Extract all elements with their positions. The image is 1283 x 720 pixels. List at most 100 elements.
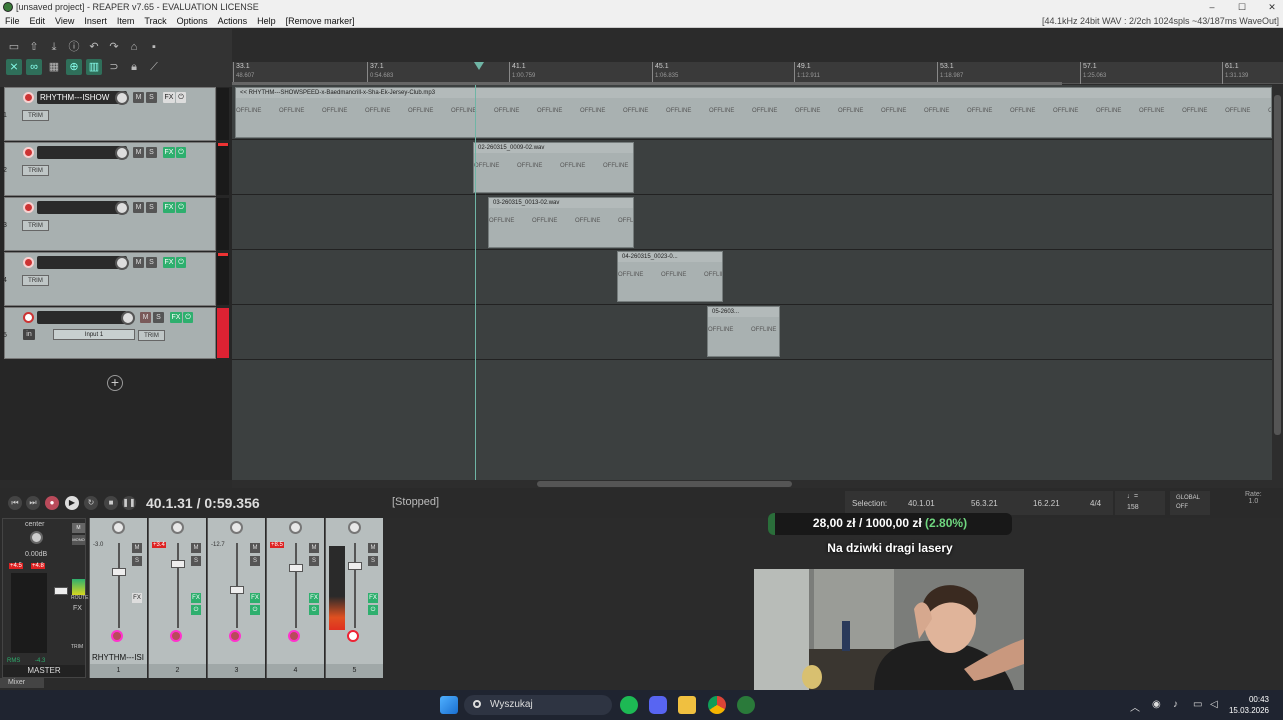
track-name[interactable]: [37, 201, 127, 214]
solo-button[interactable]: S: [146, 257, 157, 268]
master-strip[interactable]: center 0.00dB +4.5 +4.8 M MONO ROUTE FX …: [2, 518, 89, 678]
vertical-scrollbar[interactable]: [1272, 85, 1283, 480]
master-fader[interactable]: [54, 587, 68, 595]
mute-button[interactable]: M: [133, 147, 144, 158]
ripple-icon[interactable]: ⨯: [6, 59, 22, 75]
mute-button[interactable]: M: [140, 312, 151, 323]
selection-start[interactable]: 40.1.01: [908, 499, 935, 508]
volume-knob[interactable]: [115, 256, 129, 270]
new-project-icon[interactable]: ▭: [6, 39, 22, 55]
fx-bypass-icon[interactable]: ⏻: [183, 312, 193, 323]
mute-button[interactable]: M: [133, 257, 144, 268]
fx-bypass-icon[interactable]: ⏻: [176, 202, 186, 213]
go-to-end-icon[interactable]: ⏭: [26, 496, 40, 510]
add-track-icon[interactable]: +: [107, 375, 123, 391]
track-4[interactable]: 4 M S FX ⏻ TRIM: [3, 252, 229, 306]
trim-button[interactable]: TRIM: [22, 165, 49, 176]
track-2[interactable]: 2 M S FX ⏻ TRIM: [3, 142, 229, 196]
pan-knob[interactable]: [348, 521, 361, 534]
mono-button[interactable]: MONO: [72, 535, 85, 545]
metronome-icon[interactable]: ⌂: [126, 39, 142, 55]
undo-icon[interactable]: ↶: [86, 39, 102, 55]
fx-button[interactable]: FX: [163, 147, 175, 158]
fx-bypass-icon[interactable]: ⏻: [368, 605, 378, 615]
route-icon[interactable]: [72, 579, 85, 595]
fx-button[interactable]: FX: [368, 593, 378, 603]
lock-icon[interactable]: 🔒︎: [126, 59, 142, 75]
pan-knob[interactable]: [171, 521, 184, 534]
mixer-strip-4[interactable]: +8.5 M S FX ⏻ 4: [266, 518, 324, 678]
pause-icon[interactable]: ❚❚: [122, 496, 136, 510]
taskbar-clock[interactable]: 00:43 15.03.2026: [1229, 694, 1269, 716]
volume-knob[interactable]: [115, 146, 129, 160]
tempo-display[interactable]: ♩= 158: [1115, 491, 1165, 515]
minimize-button[interactable]: –: [1207, 0, 1217, 14]
master-trim-button[interactable]: TRIM: [71, 644, 83, 650]
chrome-icon[interactable]: [708, 696, 726, 714]
menu-actions[interactable]: Actions: [218, 14, 248, 28]
tray-app-icon[interactable]: ◉: [1152, 699, 1161, 710]
master-fx-button[interactable]: FX: [73, 605, 82, 612]
stop-icon[interactable]: ■: [104, 496, 118, 510]
horizontal-scroll-thumb[interactable]: [537, 481, 792, 487]
mute-button[interactable]: M: [191, 543, 201, 553]
taskbar-search[interactable]: Wyszukaj: [464, 695, 612, 715]
record-arm-button[interactable]: [347, 630, 359, 642]
bpm-value[interactable]: 158: [1127, 504, 1139, 511]
trim-button[interactable]: TRIM: [22, 275, 49, 286]
start-menu-icon[interactable]: [440, 696, 458, 714]
track-1[interactable]: 1 RHYTHM---ISHOW M S FX ⏻ TRIM: [3, 87, 229, 141]
playrate-display[interactable]: Rate: 1.0: [1245, 491, 1262, 505]
grid-toggle-icon[interactable]: ▦: [46, 59, 62, 75]
go-to-start-icon[interactable]: ⏮: [8, 496, 22, 510]
master-pan-knob[interactable]: [30, 531, 43, 544]
track-3[interactable]: 3 M S FX ⏻ TRIM: [3, 197, 229, 251]
mute-button[interactable]: M: [309, 543, 319, 553]
solo-button[interactable]: S: [250, 556, 260, 566]
time-signature[interactable]: 4/4: [1090, 499, 1101, 508]
fx-button[interactable]: FX: [132, 593, 142, 603]
fx-bypass-icon[interactable]: ⏻: [176, 147, 186, 158]
record-arm-button[interactable]: [23, 312, 34, 323]
record-arm-button[interactable]: [111, 630, 123, 642]
volume-fader[interactable]: [289, 564, 303, 572]
volume-fader[interactable]: [112, 568, 126, 576]
record-arm-button[interactable]: [170, 630, 182, 642]
media-item-5[interactable]: 05-2603... OFFLINE OFFLINE: [707, 306, 780, 357]
track-name[interactable]: [37, 311, 127, 324]
fx-button[interactable]: FX: [191, 593, 201, 603]
menu-file[interactable]: File: [5, 14, 20, 28]
selection-length[interactable]: 16.2.21: [1033, 499, 1060, 508]
close-button[interactable]: ✕: [1267, 0, 1277, 14]
media-item-4[interactable]: 04-260315_0023-0... OFFLINE OFFLINE OFFL…: [617, 251, 723, 302]
fx-button[interactable]: FX: [163, 92, 175, 103]
save-project-icon[interactable]: ⤓: [46, 39, 62, 55]
horizontal-scrollbar[interactable]: [232, 480, 1283, 488]
record-icon[interactable]: ●: [45, 496, 59, 510]
reaper-taskbar-icon[interactable]: [737, 696, 755, 714]
play-icon[interactable]: ▶: [65, 496, 79, 510]
fx-button[interactable]: FX: [163, 257, 175, 268]
solo-button[interactable]: S: [153, 312, 164, 323]
mixer-strip-1[interactable]: -3.0 M S FX RHYTHM---ISI 1: [89, 518, 147, 678]
media-item-1[interactable]: << RHYTHM---SHOWSPEED-x-Baedmancrill-x-S…: [235, 87, 1272, 138]
master-mute[interactable]: M: [72, 523, 85, 533]
volume-knob[interactable]: [121, 311, 135, 325]
track-name[interactable]: [37, 256, 127, 269]
maximize-button[interactable]: ☐: [1237, 0, 1247, 14]
record-arm-button[interactable]: [288, 630, 300, 642]
fx-bypass-icon[interactable]: ⏻: [176, 92, 186, 103]
snap-icon[interactable]: ▥: [86, 59, 102, 75]
volume-fader[interactable]: [348, 562, 362, 570]
menu-view[interactable]: View: [55, 14, 74, 28]
timeline-ruler[interactable]: 33.1 48.607 37.1 0:54.683 41.1 1:00.759 45.…: [232, 62, 1283, 85]
open-project-icon[interactable]: ⇧: [26, 39, 42, 55]
menu-remove-marker[interactable]: [Remove marker]: [286, 14, 355, 28]
discord-icon[interactable]: [649, 696, 667, 714]
trim-button[interactable]: TRIM: [138, 330, 165, 341]
repeat-icon[interactable]: ↻: [84, 496, 98, 510]
solo-button[interactable]: S: [132, 556, 142, 566]
track-name[interactable]: RHYTHM---ISHOW: [37, 91, 127, 104]
file-explorer-icon[interactable]: [678, 696, 696, 714]
input-monitor-toggle[interactable]: in: [23, 329, 35, 340]
